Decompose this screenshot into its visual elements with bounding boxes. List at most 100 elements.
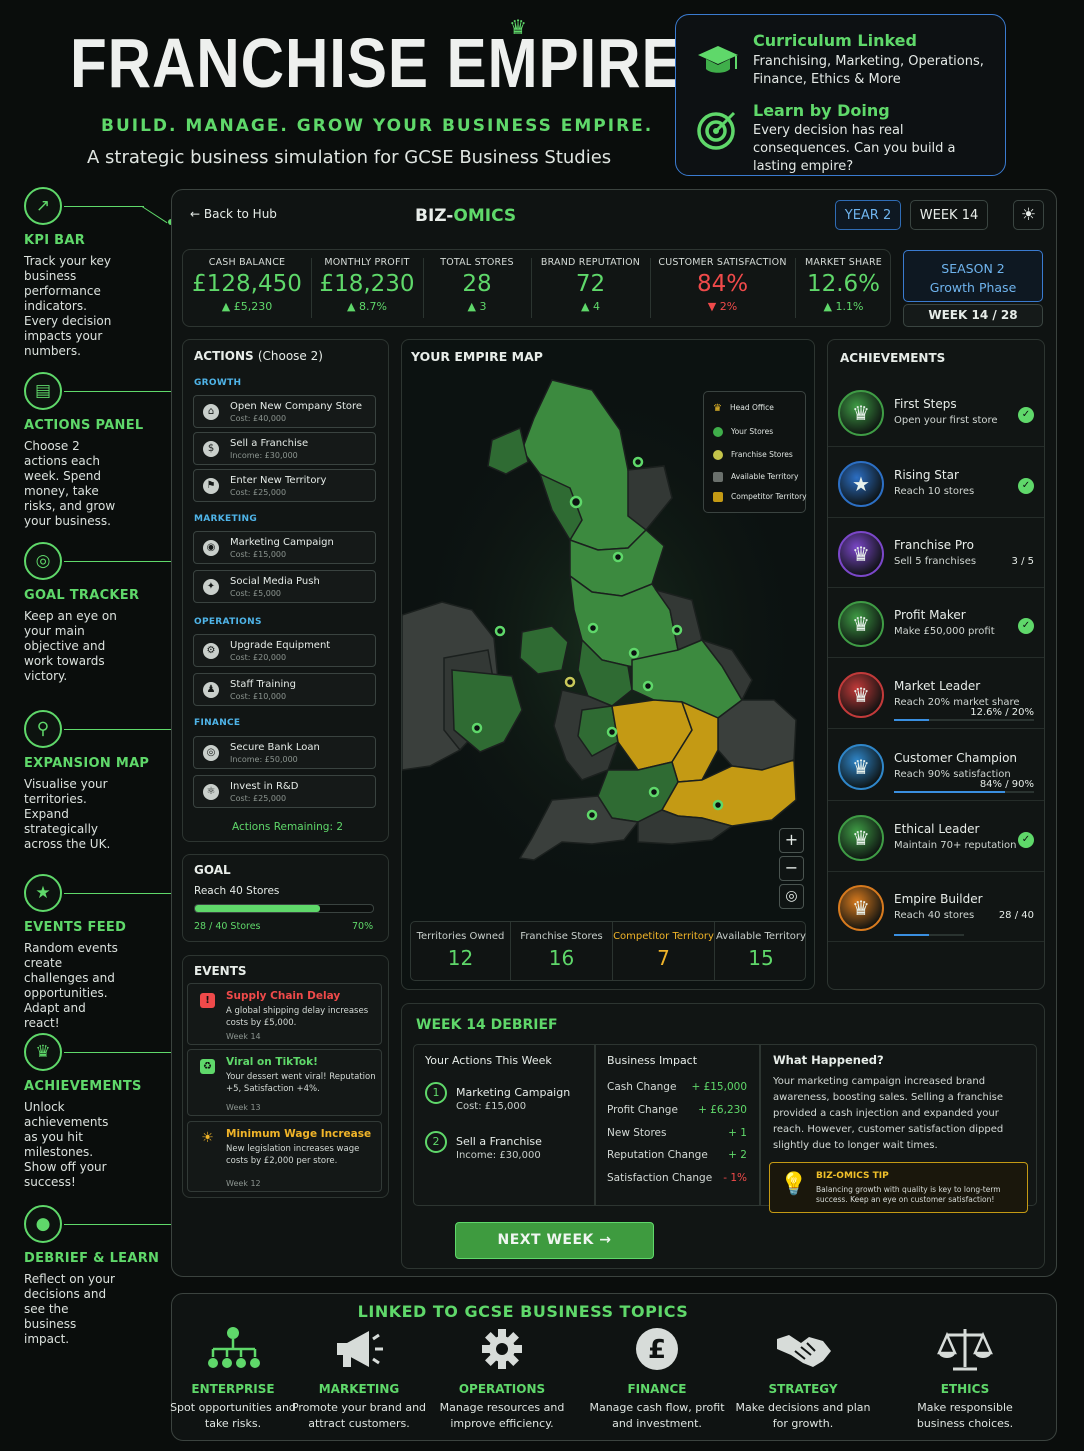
topics-title: LINKED TO GCSE BUSINESS TOPICS: [357, 1302, 689, 1321]
zoom-out-button[interactable]: −: [779, 856, 804, 881]
achievement-item[interactable]: ♛ Franchise Pro Sell 5 franchises 3 / 5: [828, 518, 1044, 588]
network-icon: [163, 1325, 303, 1373]
graduation-cap-icon: [698, 46, 738, 73]
action-button[interactable]: ◉ Marketing Campaign Cost: £15,000: [193, 531, 376, 564]
achievement-name: Customer Champion: [894, 751, 1018, 765]
action-cost: Cost: £25,000: [230, 794, 287, 803]
kpi-value: £18,230: [319, 271, 415, 297]
impact-title: Business Impact: [607, 1054, 698, 1067]
achievement-progress: 12.6% / 20%: [970, 707, 1034, 718]
map-pin-icon: ⚲: [24, 710, 62, 748]
topic-name: OPERATIONS: [458, 1382, 546, 1396]
trophy-icon: ♛: [838, 390, 884, 436]
map-stat-label: Franchise Stores: [520, 931, 603, 942]
map-stat-label: Territories Owned: [416, 931, 505, 942]
goal-percent: 70%: [352, 921, 374, 932]
action-button[interactable]: ◎ Secure Bank Loan Income: £50,000: [193, 736, 376, 769]
achievement-progress-bar: [894, 719, 1034, 721]
impact-value: - 1%: [723, 1172, 747, 1185]
rail-heading: ACHIEVEMENTS: [24, 1079, 142, 1094]
topic-card: OPERATIONS Manage resources and improve e…: [432, 1325, 572, 1432]
event-week: Week 12: [226, 1179, 261, 1188]
topic-text: Manage resources and improve efficiency.: [439, 1401, 565, 1430]
legend-head-office: ♛ Head Office: [713, 403, 774, 414]
divider: [531, 258, 532, 318]
event-card[interactable]: ☀ Minimum Wage Increase New legislation in…: [187, 1121, 382, 1192]
trophy-icon: ♛: [838, 815, 884, 861]
topic-card: ENTERPRISE Spot opportunities and take ri…: [163, 1325, 303, 1432]
kpi-value: 12.6%: [806, 271, 881, 297]
gear-icon: [432, 1325, 572, 1373]
debrief-action-cost: Income: £30,000: [456, 1150, 541, 1161]
map-stat-value: 12: [447, 946, 474, 970]
event-icon: !: [200, 993, 215, 1008]
check-icon: ✓: [1018, 618, 1034, 634]
achievement-item[interactable]: ♛ Customer Champion Reach 90% satisfaction…: [828, 731, 1044, 801]
action-name: Invest in R&D: [230, 781, 299, 792]
tip-box: 💡 BIZ-OMICS TIP Balancing growth with qu…: [769, 1162, 1028, 1213]
trophy-icon: ♛: [838, 672, 884, 718]
happened-title: What Happened?: [773, 1053, 884, 1067]
kpi-value: 72: [575, 271, 606, 297]
achievement-item[interactable]: ♛ First Steps Open your first store ✓: [828, 377, 1044, 447]
event-week: Week 14: [226, 1032, 261, 1041]
season-title: SEASON 2: [941, 261, 1005, 276]
star-icon: ★: [24, 874, 62, 912]
connector-line: [64, 561, 174, 562]
action-button[interactable]: ⌂ Open New Company Store Cost: £40,000: [193, 395, 376, 428]
achievement-progress: 84% / 90%: [979, 779, 1034, 790]
achievement-progress: 28 / 40: [998, 910, 1034, 921]
brand-logo: BIZ-OMICS: [415, 206, 517, 226]
event-card[interactable]: ! Supply Chain Delay A global shipping del…: [187, 983, 382, 1045]
debrief-action-name: Marketing Campaign: [456, 1086, 571, 1099]
sun-icon[interactable]: ☀: [1013, 200, 1044, 230]
action-icon: ✦: [203, 579, 219, 595]
action-group-label: FINANCE: [194, 718, 241, 728]
action-button[interactable]: ⚙ Upgrade Equipment Cost: £20,000: [193, 634, 376, 667]
connector-line: [64, 1224, 174, 1225]
achievements-title: ACHIEVEMENTS: [840, 351, 946, 365]
next-week-button[interactable]: NEXT WEEK →: [455, 1222, 654, 1259]
achievement-item[interactable]: ♛ Market Leader Reach 20% market share 12.6…: [828, 659, 1044, 729]
achievement-item[interactable]: ★ Rising Star Reach 10 stores ✓: [828, 448, 1044, 518]
action-icon: ⚛: [203, 784, 219, 800]
back-to-hub-link[interactable]: ← Back to Hub: [190, 207, 277, 221]
pound-icon: £: [587, 1325, 727, 1373]
achievement-item[interactable]: ♛ Profit Maker Make £50,000 profit ✓: [828, 588, 1044, 658]
rail-heading: KPI BAR: [24, 233, 86, 248]
achievement-desc: Reach 40 stores: [894, 910, 975, 921]
impact-label: New Stores: [607, 1126, 667, 1139]
zoom-in-button[interactable]: +: [779, 828, 804, 853]
action-name: Sell a Franchise: [230, 438, 309, 449]
divider: [311, 258, 312, 318]
event-card[interactable]: ♻ Viral on TikTok! Your dessert went viral…: [187, 1049, 382, 1116]
map-stats: Territories Owned 12 Franchise Stores 16 Com…: [410, 921, 806, 981]
action-icon: ⚙: [203, 643, 219, 659]
achievement-item[interactable]: ♛ Empire Builder Reach 40 stores 28 / 40: [828, 872, 1044, 942]
locate-icon[interactable]: ◎: [779, 884, 804, 909]
kpi-bar: CASH BALANCE £128,450 ▲ £5,230 MONTHLY PROF…: [182, 249, 891, 327]
tip-text: Balancing growth with quality is key to …: [816, 1185, 1001, 1204]
step-number: 2: [425, 1131, 447, 1153]
divider: [795, 258, 796, 318]
achievement-item[interactable]: ♛ Ethical Leader Maintain 70+ reputation ✓: [828, 802, 1044, 872]
map-stat-value: 16: [548, 946, 575, 970]
action-button[interactable]: ⚑ Enter New Territory Cost: £25,000: [193, 469, 376, 502]
kpi-label: CUSTOMER SATISFACTION: [658, 257, 787, 268]
impact-label: Profit Change: [607, 1103, 678, 1116]
curriculum-text: Franchising, Marketing, Operations, Fina…: [753, 54, 984, 87]
season-card: SEASON 2 Growth Phase: [903, 250, 1043, 302]
goal-progress-fill: [195, 905, 320, 912]
action-name: Marketing Campaign: [230, 537, 334, 548]
achievement-progress-fill: [894, 791, 1005, 793]
season-phase: Growth Phase: [929, 280, 1017, 295]
topic-name: FINANCE: [627, 1382, 687, 1396]
achievement-name: First Steps: [894, 397, 957, 411]
legend-competitor: Competitor Territory: [713, 492, 807, 502]
clipboard-icon: ▤: [24, 372, 62, 410]
action-group-label: MARKETING: [194, 514, 258, 524]
action-button[interactable]: ♟ Staff Training Cost: £10,000: [193, 673, 376, 706]
action-button[interactable]: ✦ Social Media Push Cost: £5,000: [193, 570, 376, 603]
action-button[interactable]: ⚛ Invest in R&D Cost: £25,000: [193, 775, 376, 808]
action-button[interactable]: $ Sell a Franchise Income: £30,000: [193, 432, 376, 465]
